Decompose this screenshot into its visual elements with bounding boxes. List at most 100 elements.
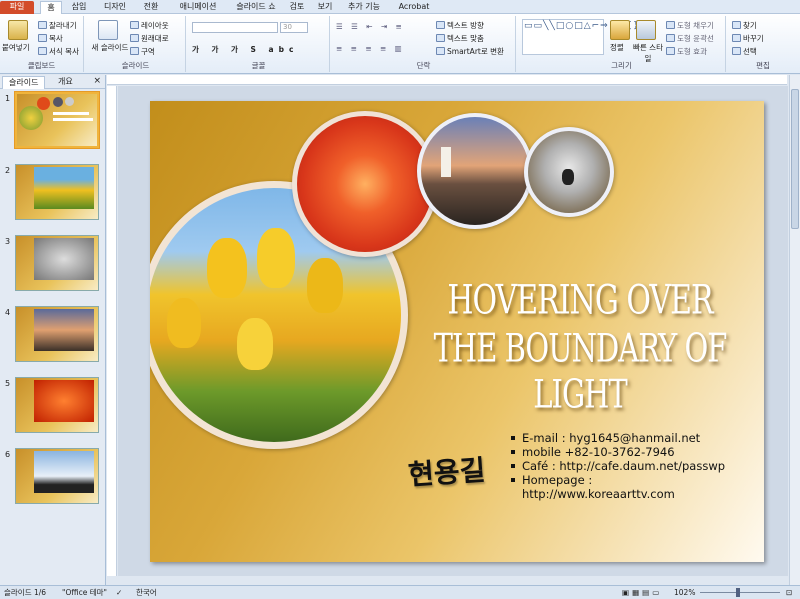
align-buttons[interactable]: ≡ ≡ ≡ ≡ ▥ <box>336 44 405 53</box>
tab-animations[interactable]: 애니메이션 <box>170 1 226 14</box>
tab-slides-panel[interactable]: 슬라이드 <box>2 76 46 89</box>
vertical-scrollbar[interactable] <box>789 75 800 585</box>
layout-label: 레이아웃 <box>141 21 169 30</box>
paste-button[interactable]: 붙여넣기 <box>2 42 30 53</box>
shape-outline-label: 도형 윤곽선 <box>677 34 714 43</box>
group-clipboard: 붙여넣기 잘라내기 복사 서식 복사 클립보드 <box>0 16 84 72</box>
theme-name[interactable]: "Office 테마" <box>62 586 107 599</box>
list-buttons[interactable]: ☰ ☰ ⇤ ⇥ ≡ <box>336 22 405 31</box>
group-font: 30 가 가 가 S abc 글꼴 <box>188 16 330 72</box>
shape-effects-label: 도형 효과 <box>677 47 707 56</box>
thumb-number: 1 <box>5 94 11 103</box>
smartart-label: SmartArt로 변환 <box>447 47 504 56</box>
tab-design[interactable]: 디자인 <box>98 1 132 14</box>
smartart-icon <box>436 47 445 55</box>
zoom-slider-thumb[interactable] <box>736 588 740 597</box>
contact-homepage-url: http://www.koreaarttv.com <box>522 487 675 501</box>
tab-outline-panel[interactable]: 개요 <box>52 76 79 89</box>
tab-slideshow[interactable]: 슬라이드 쇼 <box>230 1 282 14</box>
font-size-combo[interactable]: 30 <box>280 22 308 33</box>
thumb-number: 2 <box>5 166 11 175</box>
status-bar: 슬라이드 1/6 "Office 테마" ✓ 한국어 ▣▦▤▭ 102% ⊡ <box>0 585 800 599</box>
shape-fill-button[interactable]: 도형 채우기 <box>666 20 714 31</box>
thumb-number: 3 <box>5 237 11 246</box>
slide-thumbnail-2[interactable]: 2 <box>0 164 104 222</box>
align-text-button[interactable]: 텍스트 맞춤 <box>436 33 484 44</box>
outline-icon <box>666 34 675 42</box>
arrange-button[interactable]: 정렬 <box>610 42 624 53</box>
copy-label: 복사 <box>49 34 63 43</box>
ribbon: 붙여넣기 잘라내기 복사 서식 복사 클립보드 새 슬라이드 레이아웃 원래대로… <box>0 14 800 74</box>
contact-list: E-mail : hyg1645@hanmail.net mobile +82-… <box>510 431 750 501</box>
format-painter-button[interactable]: 서식 복사 <box>38 46 79 57</box>
thumb-image <box>15 235 99 291</box>
close-panel-icon[interactable]: × <box>93 76 101 86</box>
slides-group-label: 슬라이드 <box>121 61 150 70</box>
tab-insert[interactable]: 삽입 <box>66 1 92 14</box>
smartart-button[interactable]: SmartArt로 변환 <box>436 46 504 57</box>
text-direction-button[interactable]: 텍스트 방향 <box>436 20 484 31</box>
slide-info: 슬라이드 1/6 <box>4 588 47 597</box>
copy-button[interactable]: 복사 <box>38 33 63 44</box>
koala-photo-frame <box>524 127 614 217</box>
section-button[interactable]: 구역 <box>130 46 155 57</box>
editing-group-label: 편집 <box>756 61 770 70</box>
font-name-combo[interactable] <box>192 22 278 33</box>
signature: 현용길 <box>407 453 487 492</box>
font-format-buttons[interactable]: 가 가 가 S abc <box>192 44 298 55</box>
replace-label: 바꾸기 <box>743 34 764 43</box>
language[interactable]: 한국어 <box>136 586 157 599</box>
reset-icon <box>130 34 139 42</box>
cut-button[interactable]: 잘라내기 <box>38 20 77 31</box>
shapes-gallery[interactable]: ▭▭╲╲□○□△⌐⇒⇓☆{} <box>522 19 639 55</box>
thumb-image <box>15 448 99 504</box>
reset-button[interactable]: 원래대로 <box>130 33 169 44</box>
slide-main[interactable]: HOVERING OVER THE BOUNDARY OF LIGHT 현용길 … <box>150 101 764 562</box>
view-buttons[interactable]: ▣▦▤▭ <box>622 586 662 599</box>
tab-transitions[interactable]: 전환 <box>138 1 164 14</box>
scroll-thumb[interactable] <box>791 89 799 229</box>
tab-review[interactable]: 검토 <box>286 1 308 14</box>
horizontal-ruler <box>107 75 787 85</box>
select-label: 선택 <box>743 47 757 56</box>
select-button[interactable]: 선택 <box>732 46 757 57</box>
thumb-image <box>15 306 99 362</box>
thumb-image <box>15 377 99 433</box>
find-button[interactable]: 찾기 <box>732 20 757 31</box>
new-slide-button[interactable]: 새 슬라이드 <box>90 42 130 53</box>
flower-photo-frame <box>292 111 438 257</box>
slide-thumbnail-1[interactable]: 1 <box>0 92 104 150</box>
shape-effects-button[interactable]: 도형 효과 <box>666 46 707 57</box>
new-slide-icon[interactable] <box>98 20 118 40</box>
select-icon <box>732 47 741 55</box>
paste-icon[interactable] <box>8 20 28 40</box>
flower-photo <box>297 116 433 252</box>
slide-thumbnail-3[interactable]: 3 <box>0 235 104 293</box>
tab-acrobat[interactable]: Acrobat <box>392 1 436 14</box>
fit-window-icon[interactable]: ⊡ <box>786 586 792 599</box>
layout-button[interactable]: 레이아웃 <box>130 20 169 31</box>
zoom-slider[interactable] <box>700 592 780 593</box>
tab-home[interactable]: 홈 <box>40 1 62 14</box>
shape-outline-button[interactable]: 도형 윤곽선 <box>666 33 714 44</box>
thumb-number: 4 <box>5 308 11 317</box>
slide-thumbnail-5[interactable]: 5 <box>0 377 104 435</box>
thumb-number: 6 <box>5 450 11 459</box>
thumb-number: 5 <box>5 379 11 388</box>
scissors-icon <box>38 21 47 29</box>
reset-label: 원래대로 <box>141 34 169 43</box>
zoom-level[interactable]: 102% <box>674 586 695 599</box>
koala-photo <box>528 131 610 213</box>
panel-tabs: 슬라이드 개요 × <box>0 75 105 89</box>
slide-thumbnail-6[interactable]: 6 <box>0 448 104 506</box>
tab-view[interactable]: 보기 <box>314 1 336 14</box>
fill-icon <box>666 21 675 29</box>
tab-file[interactable]: 파일 <box>0 1 34 14</box>
slide-thumbnail-4[interactable]: 4 <box>0 306 104 364</box>
tab-addins[interactable]: 추가 기능 <box>342 1 386 14</box>
arrange-icon[interactable] <box>610 20 630 40</box>
quick-styles-icon[interactable] <box>636 20 656 40</box>
spellcheck-icon[interactable]: ✓ <box>116 586 122 599</box>
replace-button[interactable]: 바꾸기 <box>732 33 764 44</box>
slide-title-line1: HOVERING OVER <box>447 276 713 325</box>
